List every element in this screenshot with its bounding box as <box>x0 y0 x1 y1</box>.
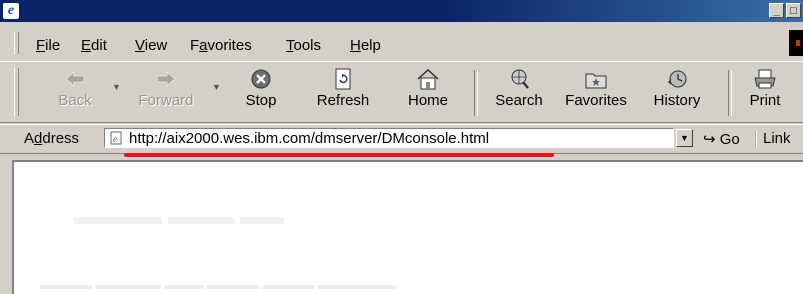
refresh-button[interactable]: Refresh <box>310 68 376 120</box>
home-button[interactable]: Home <box>400 68 456 120</box>
search-button[interactable]: Search <box>484 68 554 120</box>
faded-page-text: ▬▬▬▬ ▬▬▬▬▬ ▬▬▬ ▬▬▬▬ ▬▬▬▬ ▬▬▬▬▬▬ <box>40 277 397 292</box>
address-bar: Address e http://aix2000.wes.ibm.com/dms… <box>0 124 803 154</box>
page-content-area: ▬▬▬▬ ▬▬▬ ▬▬ ▬▬▬▬ ▬▬▬▬▬ ▬▬▬ ▬▬▬▬ ▬▬▬▬ ▬▬▬… <box>12 160 803 294</box>
forward-arrow-icon <box>156 71 176 87</box>
stop-icon <box>251 69 271 89</box>
toolbar-separator <box>474 70 478 116</box>
forward-button[interactable]: Forward <box>130 68 202 120</box>
favorites-button[interactable]: Favorites <box>556 68 636 120</box>
windows-logo-icon <box>789 30 803 56</box>
back-dropdown-icon[interactable]: ▼ <box>112 82 121 92</box>
menu-favorites[interactable]: Favorites <box>190 37 252 54</box>
back-arrow-icon <box>65 71 85 87</box>
history-button[interactable]: History <box>645 68 709 120</box>
toolbar-grip <box>14 68 19 116</box>
address-label: Address <box>24 130 80 147</box>
address-dropdown-button[interactable]: ▼ <box>676 129 693 147</box>
ie-logo-icon: e <box>3 3 19 19</box>
print-button[interactable]: Print <box>743 68 787 120</box>
toolbar-separator <box>728 70 732 116</box>
printer-icon <box>754 69 776 89</box>
title-bar: e _ □ <box>0 0 803 22</box>
menu-help[interactable]: Help <box>350 37 381 54</box>
favorites-folder-icon <box>585 73 607 89</box>
standard-toolbar: Back ▼ Forward ▼ Stop Refresh Home Searc… <box>0 61 803 123</box>
page-icon: e <box>110 131 122 145</box>
home-icon <box>417 68 439 90</box>
menu-view[interactable]: View <box>135 37 167 54</box>
address-input[interactable]: e http://aix2000.wes.ibm.com/dmserver/DM… <box>104 128 674 148</box>
menu-file[interactable]: File <box>36 37 60 54</box>
forward-dropdown-icon[interactable]: ▼ <box>212 82 221 92</box>
menu-grip <box>14 32 19 54</box>
address-url: http://aix2000.wes.ibm.com/dmserver/DMco… <box>129 130 490 147</box>
minimize-button[interactable]: _ <box>769 3 784 18</box>
menu-bar: File Edit View Favorites Tools Help <box>0 30 803 58</box>
menu-edit[interactable]: Edit <box>81 37 107 54</box>
go-arrow-icon: ↪ <box>703 131 716 148</box>
url-highlight-underline <box>124 153 554 157</box>
menu-tools[interactable]: Tools <box>286 37 321 54</box>
maximize-button[interactable]: □ <box>786 3 801 18</box>
go-button[interactable]: ↪ Go <box>703 130 740 148</box>
refresh-icon <box>335 68 351 90</box>
back-button[interactable]: Back <box>50 68 100 120</box>
faded-page-heading: ▬▬▬▬ ▬▬▬ ▬▬ <box>74 204 285 229</box>
links-button[interactable]: Link <box>755 130 791 147</box>
search-globe-icon <box>511 69 529 89</box>
history-clock-icon <box>668 70 687 88</box>
stop-button[interactable]: Stop <box>236 68 286 120</box>
svg-text:e: e <box>113 134 117 144</box>
